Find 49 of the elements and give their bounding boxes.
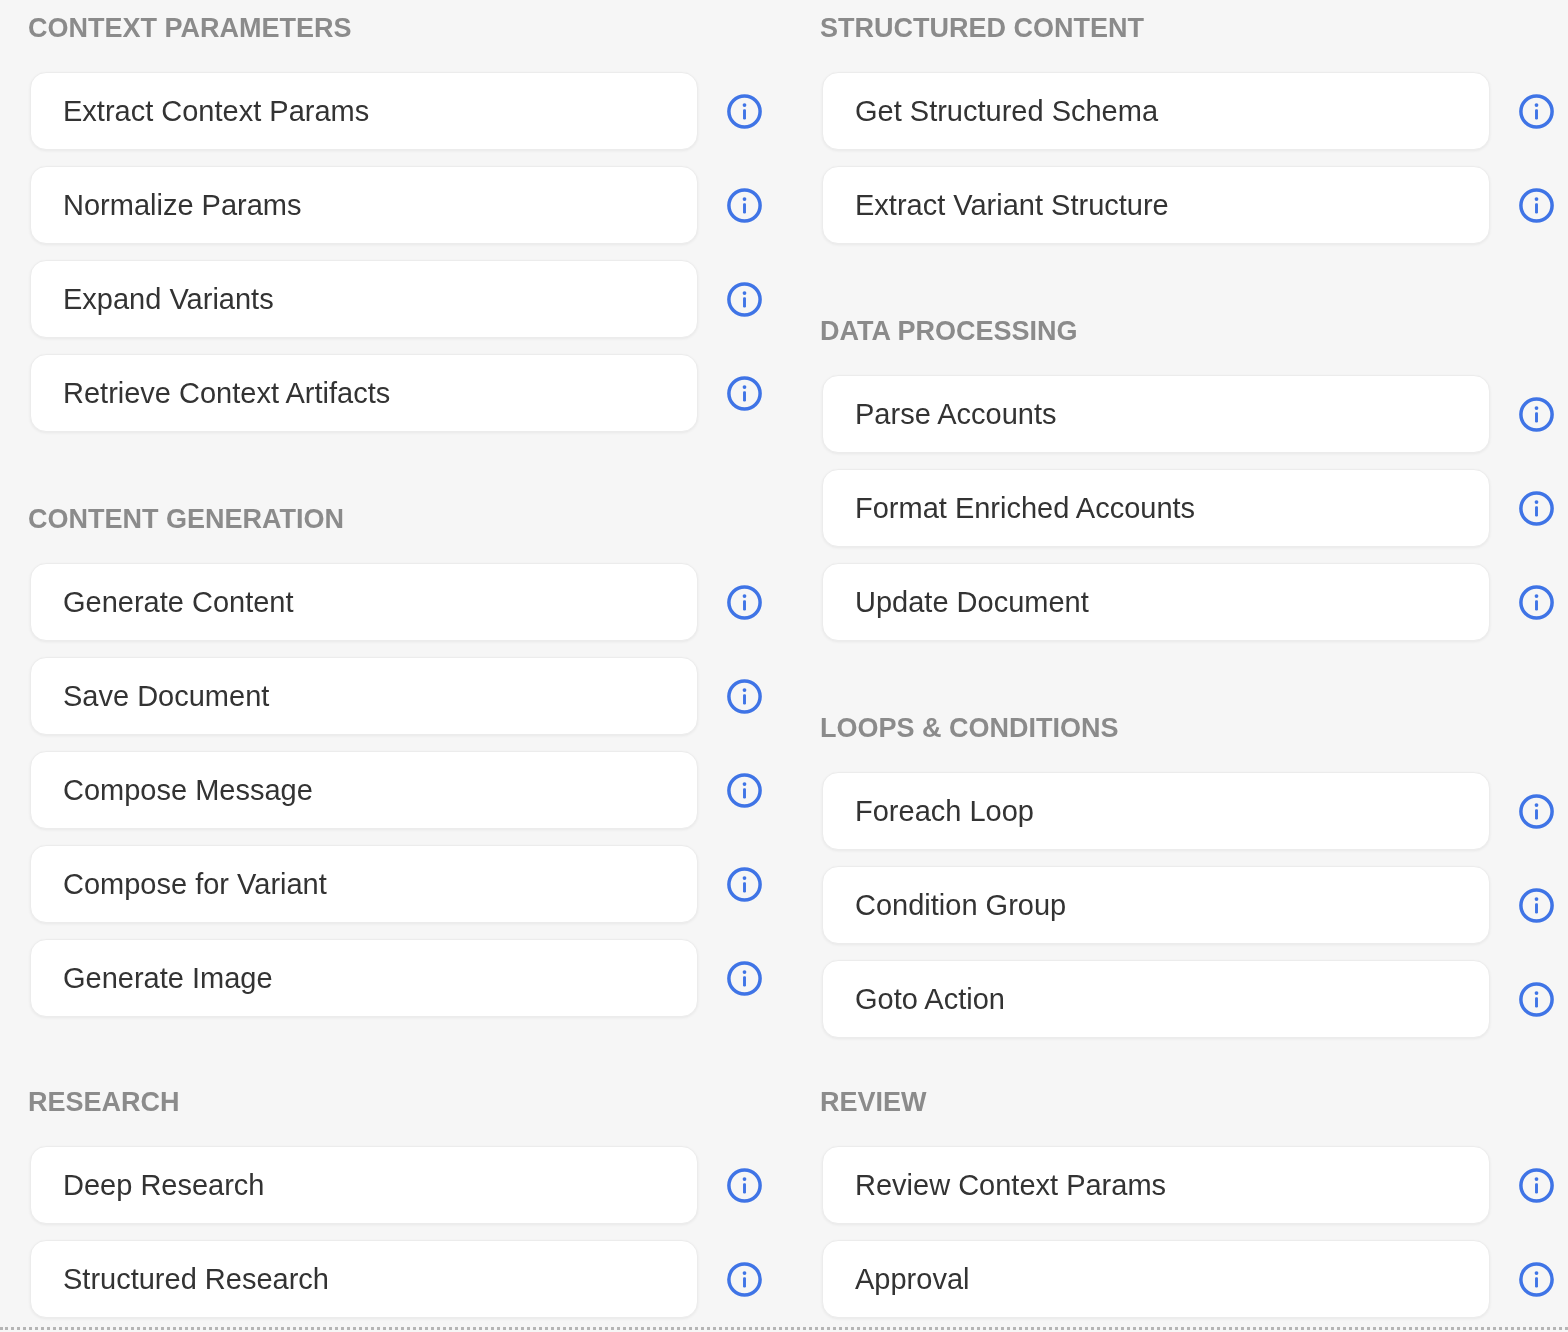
action-item[interactable]: Retrieve Context Artifacts [30, 354, 698, 432]
info-icon[interactable] [727, 960, 762, 996]
action-item[interactable]: Compose for Variant [30, 845, 698, 923]
info-icon[interactable] [727, 281, 762, 317]
action-item[interactable]: Extract Variant Structure [822, 166, 1490, 244]
action-item[interactable]: Compose Message [30, 751, 698, 829]
info-icon[interactable] [727, 584, 762, 620]
action-item[interactable]: Update Document [822, 563, 1490, 641]
info-icon[interactable] [727, 1167, 762, 1203]
action-item[interactable]: Generate Image [30, 939, 698, 1017]
info-icon[interactable] [727, 1261, 762, 1297]
action-item[interactable]: Format Enriched Accounts [822, 469, 1490, 547]
info-icon[interactable] [1519, 396, 1554, 432]
info-icon[interactable] [1519, 793, 1554, 829]
action-item[interactable]: Goto Action [822, 960, 1490, 1038]
info-icon[interactable] [1519, 187, 1554, 223]
section-heading: STRUCTURED CONTENT [820, 12, 1145, 44]
action-item[interactable]: Deep Research [30, 1146, 698, 1224]
action-item[interactable]: Foreach Loop [822, 772, 1490, 850]
action-item[interactable]: Expand Variants [30, 260, 698, 338]
info-icon[interactable] [1519, 490, 1554, 526]
section-heading: RESEARCH [28, 1086, 181, 1118]
action-item[interactable]: Generate Content [30, 563, 698, 641]
info-icon[interactable] [727, 93, 762, 129]
info-icon[interactable] [727, 866, 762, 902]
action-item[interactable]: Extract Context Params [30, 72, 698, 150]
info-icon[interactable] [727, 772, 762, 808]
info-icon[interactable] [1519, 1167, 1554, 1203]
info-icon[interactable] [1519, 93, 1554, 129]
info-icon[interactable] [1519, 584, 1554, 620]
section-heading: LOOPS & CONDITIONS [820, 712, 1120, 744]
info-icon[interactable] [727, 375, 762, 411]
info-icon[interactable] [727, 678, 762, 714]
section-heading: CONTENT GENERATION [28, 503, 345, 535]
action-item[interactable]: Approval [822, 1240, 1490, 1318]
action-item[interactable]: Review Context Params [822, 1146, 1490, 1224]
action-item[interactable]: Parse Accounts [822, 375, 1490, 453]
section-heading: DATA PROCESSING [820, 315, 1079, 347]
action-item[interactable]: Get Structured Schema [822, 72, 1490, 150]
action-item[interactable]: Save Document [30, 657, 698, 735]
info-icon[interactable] [1519, 887, 1554, 923]
action-item[interactable]: Condition Group [822, 866, 1490, 944]
section-heading: REVIEW [820, 1086, 928, 1118]
info-icon[interactable] [1519, 1261, 1554, 1297]
action-item[interactable]: Structured Research [30, 1240, 698, 1318]
section-heading: CONTEXT PARAMETERS [28, 12, 353, 44]
action-item[interactable]: Normalize Params [30, 166, 698, 244]
info-icon[interactable] [727, 187, 762, 223]
info-icon[interactable] [1519, 981, 1554, 1017]
